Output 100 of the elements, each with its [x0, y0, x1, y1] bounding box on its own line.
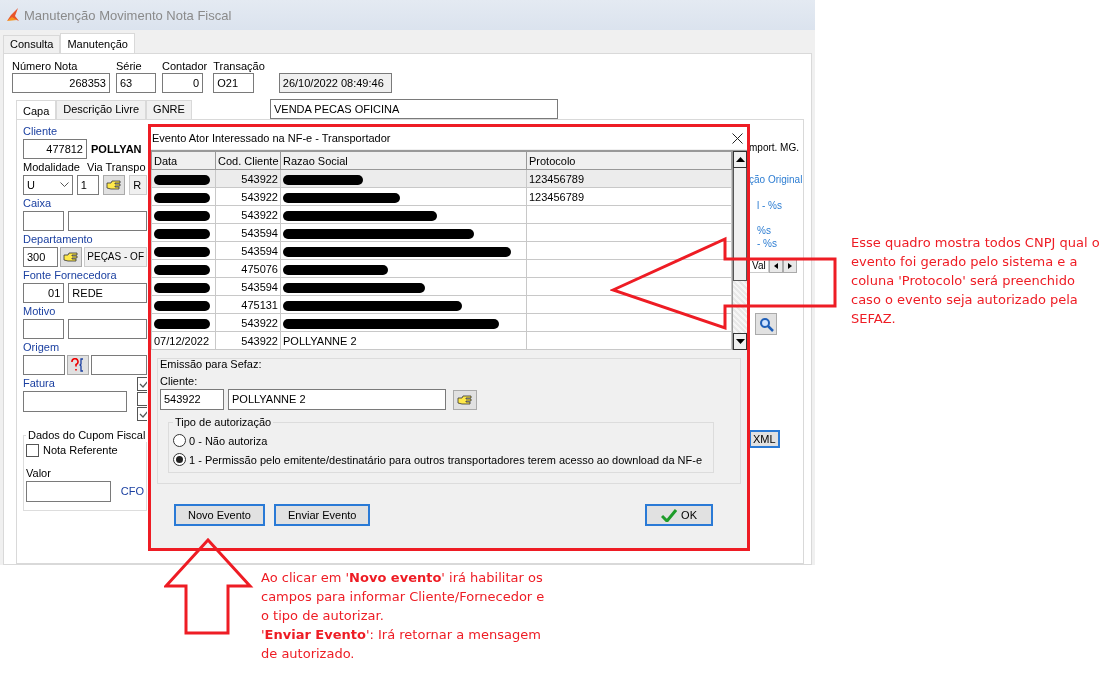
action-button[interactable]: Novo Evento: [174, 504, 265, 526]
input-field[interactable]: [23, 391, 127, 412]
tab[interactable]: Manutenção: [60, 33, 135, 53]
field-label: Número Nota: [12, 60, 79, 73]
app-logo-icon: [6, 8, 20, 22]
input-field[interactable]: O21: [213, 73, 255, 93]
column-header[interactable]: Data: [151, 151, 216, 170]
input-field: PEÇAS - OF: [84, 247, 147, 267]
table-cell: 543922: [215, 331, 281, 350]
input-field[interactable]: POLLYANNE 2: [228, 389, 446, 410]
field-label: Motivo: [23, 305, 57, 318]
xml-button[interactable]: XML: [749, 430, 780, 448]
table-cell: 543594: [215, 223, 281, 242]
input-field[interactable]: [23, 211, 65, 231]
tab[interactable]: Consulta: [3, 35, 61, 53]
checkmark-icon: [139, 410, 147, 418]
table-cell: 475076: [215, 259, 281, 278]
input-field[interactable]: 0: [162, 73, 203, 93]
redaction-mark: [154, 300, 210, 311]
redaction-mark: [154, 210, 210, 221]
table-cell: 123456789: [526, 187, 732, 206]
table-cell: 543922: [215, 205, 281, 224]
radio-button[interactable]: [173, 453, 186, 466]
tab[interactable]: Capa: [16, 100, 57, 119]
field-label: Modalidade: [23, 161, 81, 174]
triangle-down-icon: [735, 339, 745, 344]
input-field: R: [129, 175, 147, 195]
field-label: Série: [116, 60, 143, 73]
tab[interactable]: GNRE: [146, 100, 192, 119]
checkbox[interactable]: [137, 392, 147, 406]
input-field[interactable]: REDE: [68, 283, 147, 303]
redaction-mark: [154, 318, 210, 329]
table-cell: 543922: [215, 313, 281, 332]
action-button[interactable]: Enviar Evento: [274, 504, 371, 526]
checkbox-label: Nota Referente: [43, 444, 118, 457]
input-field[interactable]: 268353: [12, 73, 110, 93]
client-name: POLLYAN: [91, 143, 142, 155]
input-field[interactable]: 1: [76, 175, 100, 195]
input-field[interactable]: [23, 319, 65, 339]
column-header[interactable]: Cod. Cliente: [215, 151, 281, 170]
checkbox[interactable]: [137, 407, 147, 421]
input-field[interactable]: 26/10/2022 08:49:46: [278, 73, 392, 93]
field-label: Cliente: [23, 125, 59, 138]
close-icon[interactable]: [732, 132, 743, 144]
field-label: Caixa: [23, 197, 53, 210]
pointing-hand-icon: [106, 179, 123, 191]
radio-label: 1 - Permissão pelo emitente/destinatário para outros transportadores terem acesso ao download da NF-e: [189, 453, 702, 466]
field-label: Valor: [26, 467, 52, 480]
redaction-mark: [154, 246, 210, 257]
tab[interactable]: Descrição Livre: [56, 100, 147, 119]
lookup-button[interactable]: [60, 247, 83, 267]
checkmark-icon: [139, 380, 147, 388]
input-field[interactable]: 01: [23, 283, 65, 303]
description-field[interactable]: VENDA PECAS OFICINA: [270, 99, 558, 119]
column-header[interactable]: Razao Social: [280, 151, 527, 170]
table-cell: POLLYANNE 2: [280, 331, 527, 350]
field-label: Contador: [162, 60, 208, 73]
help-button[interactable]: [66, 355, 89, 375]
input-field[interactable]: 63: [116, 73, 156, 93]
redaction-mark: [154, 192, 210, 203]
dropdown[interactable]: U: [23, 175, 73, 195]
table-cell: 543594: [215, 277, 281, 296]
window-title: Manutenção Movimento Nota Fiscal: [24, 7, 232, 23]
radio-button[interactable]: [173, 434, 186, 447]
group-title: Emissão para Sefaz:: [160, 358, 263, 370]
dialog-title: Evento Ator Interessado na NF-e - Transportador: [152, 132, 391, 144]
table-cell: 07/12/2022: [151, 331, 216, 350]
input-field[interactable]: [68, 319, 147, 339]
ok-button[interactable]: OK: [645, 504, 713, 526]
radio-label: 0 - Não autoriza: [189, 434, 268, 447]
table-cell: 475131: [215, 295, 281, 314]
redaction-mark: [154, 174, 210, 185]
question-brace-icon: [69, 358, 86, 372]
field-label: Transação: [213, 60, 265, 73]
field-label: %s: [756, 224, 772, 237]
lookup-button[interactable]: [103, 175, 126, 195]
input-field[interactable]: [26, 481, 111, 502]
input-field[interactable]: 300: [23, 247, 59, 267]
pointing-hand-icon: [457, 393, 473, 406]
input-field[interactable]: [23, 355, 65, 375]
redaction-mark: [154, 228, 210, 239]
table-cell: 543922: [215, 187, 281, 206]
scroll-up-button[interactable]: [733, 151, 747, 168]
checkbox[interactable]: [26, 444, 39, 457]
input-field[interactable]: 543922: [160, 389, 224, 410]
scrollbar-thumb[interactable]: [733, 168, 747, 281]
field-label: mport. MG.: [749, 141, 800, 154]
field-label: Departamento: [23, 233, 94, 246]
checkbox[interactable]: [137, 377, 147, 391]
lookup-button[interactable]: [453, 389, 477, 410]
input-field[interactable]: [90, 355, 147, 375]
pointing-hand-icon: [63, 251, 80, 263]
scroll-down-button[interactable]: [733, 333, 747, 350]
group-title: Tipo de autorização: [173, 416, 274, 428]
input-field[interactable]: 477812: [23, 139, 87, 159]
field-label: l - %s: [756, 199, 783, 212]
input-field[interactable]: [68, 211, 147, 231]
column-header[interactable]: Protocolo: [526, 151, 732, 170]
search-button[interactable]: [755, 313, 777, 335]
link[interactable]: ção Original: [749, 173, 803, 186]
